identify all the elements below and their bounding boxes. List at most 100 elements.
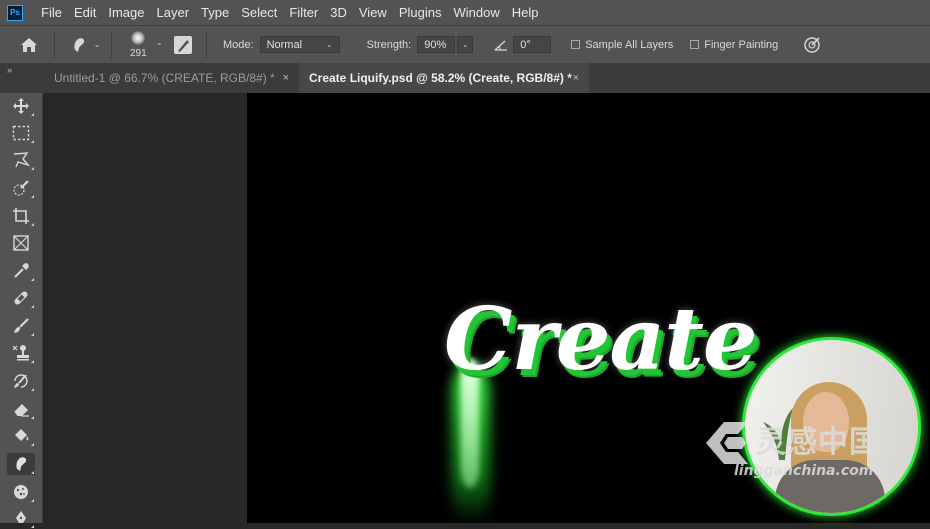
- tools-panel: [0, 93, 43, 528]
- quick-selection-icon: [13, 180, 29, 196]
- flyout-indicator: [31, 360, 34, 363]
- mode-value: Normal: [266, 38, 303, 51]
- finger-painting-checkbox[interactable]: [690, 40, 700, 49]
- menu-window[interactable]: Window: [447, 5, 505, 20]
- flyout-indicator: [31, 223, 34, 226]
- crop-tool[interactable]: [7, 205, 35, 227]
- close-icon[interactable]: ×: [573, 72, 579, 84]
- divider: [54, 31, 55, 58]
- menu-layer[interactable]: Layer: [151, 5, 196, 20]
- bandage-icon: [14, 291, 28, 305]
- flyout-indicator: [31, 167, 34, 170]
- tab-create-liquify[interactable]: Create Liquify.psd @ 58.2% (Create, RGB/…: [299, 63, 589, 93]
- menu-edit[interactable]: Edit: [68, 5, 102, 20]
- clone-stamp-tool[interactable]: [7, 342, 35, 364]
- finger-painting-option[interactable]: Finger Painting: [690, 39, 778, 51]
- tool-preset-picker[interactable]: ⌄: [65, 36, 105, 54]
- document-tab-bar: » Untitled-1 @ 66.7% (CREATE, RGB/8#) * …: [0, 63, 930, 93]
- smudge-finger-icon: [16, 457, 27, 471]
- flyout-indicator: [31, 140, 34, 143]
- brush-icon: [14, 318, 29, 333]
- presenter-face: [803, 392, 849, 452]
- panel-collapse-icon[interactable]: »: [7, 65, 12, 75]
- chevron-down-icon: ⌄: [325, 40, 333, 49]
- brush-preset-picker[interactable]: 291 ⌄: [122, 27, 166, 63]
- sample-all-layers-label: Sample All Layers: [585, 38, 674, 51]
- photoshop-logo-icon[interactable]: Ps: [7, 4, 23, 21]
- menu-filter[interactable]: Filter: [283, 5, 324, 20]
- strength-value: 90%: [424, 38, 447, 51]
- divider: [111, 31, 112, 58]
- flyout-indicator: [31, 499, 34, 502]
- presenter-webcam: [742, 337, 921, 516]
- menu-type[interactable]: Type: [195, 5, 235, 20]
- mode-dropdown[interactable]: Normal ⌄: [259, 36, 340, 53]
- angle-value: 0°: [520, 38, 531, 51]
- options-bar: ⌄ 291 ⌄ Mode: Normal ⌄ Strength: 90% ⌄ 0…: [0, 25, 930, 63]
- flyout-indicator: [31, 443, 34, 446]
- mode-label: Mode:: [223, 38, 254, 51]
- pen-tool[interactable]: [7, 507, 35, 529]
- sponge-tool[interactable]: [7, 481, 35, 503]
- flyout-indicator: [31, 113, 34, 116]
- chevron-down-icon: ⌄: [93, 40, 101, 49]
- tab-label: Untitled-1 @ 66.7% (CREATE, RGB/8#) *: [54, 71, 275, 85]
- tab-untitled-1[interactable]: Untitled-1 @ 66.7% (CREATE, RGB/8#) * ×: [44, 63, 299, 93]
- strength-slider-toggle[interactable]: ⌄: [457, 36, 474, 53]
- strength-field[interactable]: 90%: [417, 36, 456, 53]
- eyedropper-tool[interactable]: [7, 260, 35, 282]
- history-brush-icon: [14, 374, 28, 388]
- crop-icon: [13, 208, 29, 224]
- divider: [206, 31, 207, 58]
- clone-stamp-icon: [12, 345, 29, 361]
- smudge-tool[interactable]: [7, 453, 35, 475]
- watermark-domain: lingganchina.com: [734, 463, 874, 479]
- close-icon[interactable]: ×: [283, 72, 289, 84]
- marquee-tool[interactable]: [7, 122, 35, 144]
- flyout-indicator: [31, 416, 34, 419]
- flyout-indicator: [31, 471, 34, 474]
- eraser-icon: [13, 404, 29, 417]
- menu-help[interactable]: Help: [506, 5, 545, 20]
- flyout-indicator: [31, 388, 34, 391]
- lasso-tool[interactable]: [7, 149, 35, 171]
- angle-icon: [493, 39, 509, 51]
- brush-settings-icon[interactable]: [172, 34, 194, 56]
- flyout-indicator: [31, 525, 34, 528]
- healing-brush-tool[interactable]: [7, 287, 35, 309]
- pressure-icon[interactable]: [802, 36, 822, 54]
- menu-3d[interactable]: 3D: [324, 5, 353, 20]
- flyout-indicator: [31, 195, 34, 198]
- smudge-finger-icon: [74, 37, 84, 52]
- move-icon: [13, 98, 29, 114]
- move-tool[interactable]: [7, 95, 35, 117]
- chevron-down-icon: ⌄: [461, 40, 469, 49]
- menu-image[interactable]: Image: [102, 5, 150, 20]
- menu-view[interactable]: View: [353, 5, 393, 20]
- brush-size-value: 291: [130, 47, 147, 59]
- marquee-icon: [12, 125, 30, 141]
- eraser-tool[interactable]: [7, 398, 35, 420]
- sample-all-layers-option[interactable]: Sample All Layers: [571, 39, 673, 51]
- frame-tool[interactable]: [7, 232, 35, 254]
- sample-all-layers-checkbox[interactable]: [571, 40, 581, 49]
- brush-tip-icon: [131, 30, 145, 45]
- history-brush-tool[interactable]: [7, 370, 35, 392]
- paint-bucket-tool[interactable]: [7, 425, 35, 447]
- menu-plugins[interactable]: Plugins: [393, 5, 448, 20]
- chevron-down-icon: ⌄: [156, 37, 163, 47]
- pasteboard[interactable]: [43, 93, 247, 523]
- paint-bucket-icon: [15, 429, 29, 441]
- home-icon[interactable]: [14, 37, 44, 53]
- flyout-indicator: [31, 278, 34, 281]
- create-artwork-text: Create: [444, 289, 758, 390]
- frame-icon: [13, 235, 29, 251]
- menu-file[interactable]: File: [35, 5, 68, 20]
- polygonal-lasso-icon: [13, 152, 30, 168]
- strength-label: Strength:: [366, 38, 412, 51]
- menu-select[interactable]: Select: [235, 5, 283, 20]
- quick-selection-tool[interactable]: [7, 177, 35, 199]
- sponge-icon: [14, 485, 28, 499]
- brush-tool[interactable]: [7, 315, 35, 337]
- angle-field[interactable]: 0°: [513, 36, 552, 53]
